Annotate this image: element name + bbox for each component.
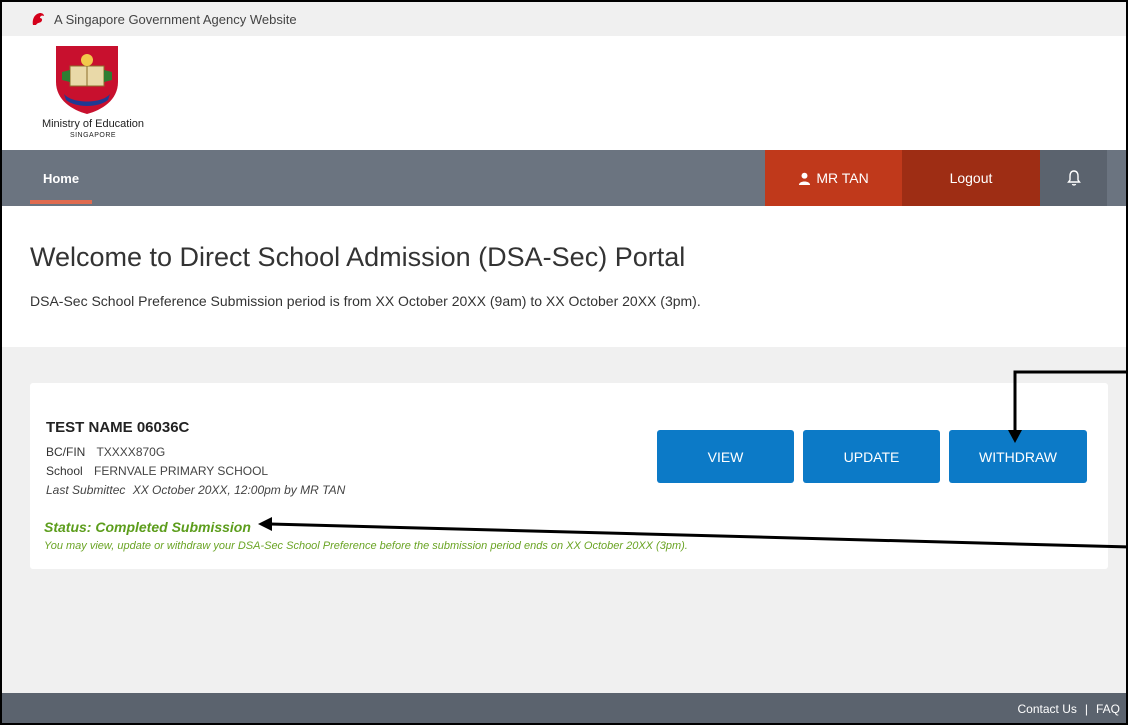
- faq-link[interactable]: FAQ: [1096, 702, 1120, 716]
- user-icon: [799, 172, 811, 185]
- lion-head-icon: [32, 13, 44, 25]
- main-navbar: Home MR TAN Logout: [2, 150, 1126, 206]
- withdraw-button[interactable]: WITHDRAW: [949, 430, 1087, 483]
- school-label: School: [46, 464, 83, 478]
- gov-masthead-text: A Singapore Government Agency Website: [54, 11, 297, 27]
- status-description: You may view, update or withdraw your DS…: [44, 540, 688, 552]
- nav-active-indicator: [30, 200, 92, 204]
- view-button[interactable]: VIEW: [657, 430, 794, 483]
- org-sub-text: SINGAPORE: [69, 132, 117, 139]
- org-name: Ministry of Education SINGAPORE: [28, 118, 158, 142]
- school-value: FERNVALE PRIMARY SCHOOL: [94, 464, 269, 478]
- bcfin-row: BC/FIN TXXXX870G: [46, 445, 165, 459]
- page-frame: A Singapore Government Agency Website Mi…: [0, 0, 1128, 725]
- gov-masthead: A Singapore Government Agency Website: [2, 2, 1126, 36]
- student-name: TEST NAME 06036C: [46, 419, 190, 436]
- footer-separator: |: [1084, 702, 1088, 716]
- bcfin-label: BC/FIN: [46, 445, 86, 459]
- welcome-section: Welcome to Direct School Admission (DSA-…: [2, 206, 1126, 347]
- user-menu-button[interactable]: MR TAN: [765, 150, 902, 206]
- nav-home-link[interactable]: Home: [30, 150, 92, 206]
- contact-us-link[interactable]: Contact Us: [1018, 702, 1077, 716]
- page-title: Welcome to Direct School Admission (DSA-…: [30, 242, 686, 272]
- site-header: Ministry of Education SINGAPORE: [2, 36, 1126, 150]
- bell-icon: [1066, 170, 1081, 186]
- user-name-label: MR TAN: [816, 170, 869, 186]
- last-submitted-row: Last Submittec XX October 20XX, 12:00pm …: [46, 483, 345, 497]
- student-card: TEST NAME 06036C BC/FIN TXXXX870G School…: [30, 383, 1108, 569]
- last-submitted-label: Last Submittec: [46, 483, 126, 497]
- notifications-button[interactable]: [1040, 150, 1107, 206]
- bcfin-value: TXXXX870G: [96, 445, 166, 459]
- logout-button[interactable]: Logout: [902, 150, 1040, 206]
- last-submitted-value: XX October 20XX, 12:00pm by MR TAN: [132, 483, 346, 497]
- submission-period-text: DSA-Sec School Preference Submission per…: [30, 293, 701, 309]
- status-badge: Status: Completed Submission: [44, 519, 251, 535]
- update-button[interactable]: UPDATE: [803, 430, 940, 483]
- org-name-text: Ministry of Education: [41, 118, 145, 130]
- school-row: School FERNVALE PRIMARY SCHOOL: [46, 464, 268, 478]
- moe-crest-icon[interactable]: [52, 42, 122, 116]
- site-footer: Contact Us | FAQ: [2, 693, 1126, 723]
